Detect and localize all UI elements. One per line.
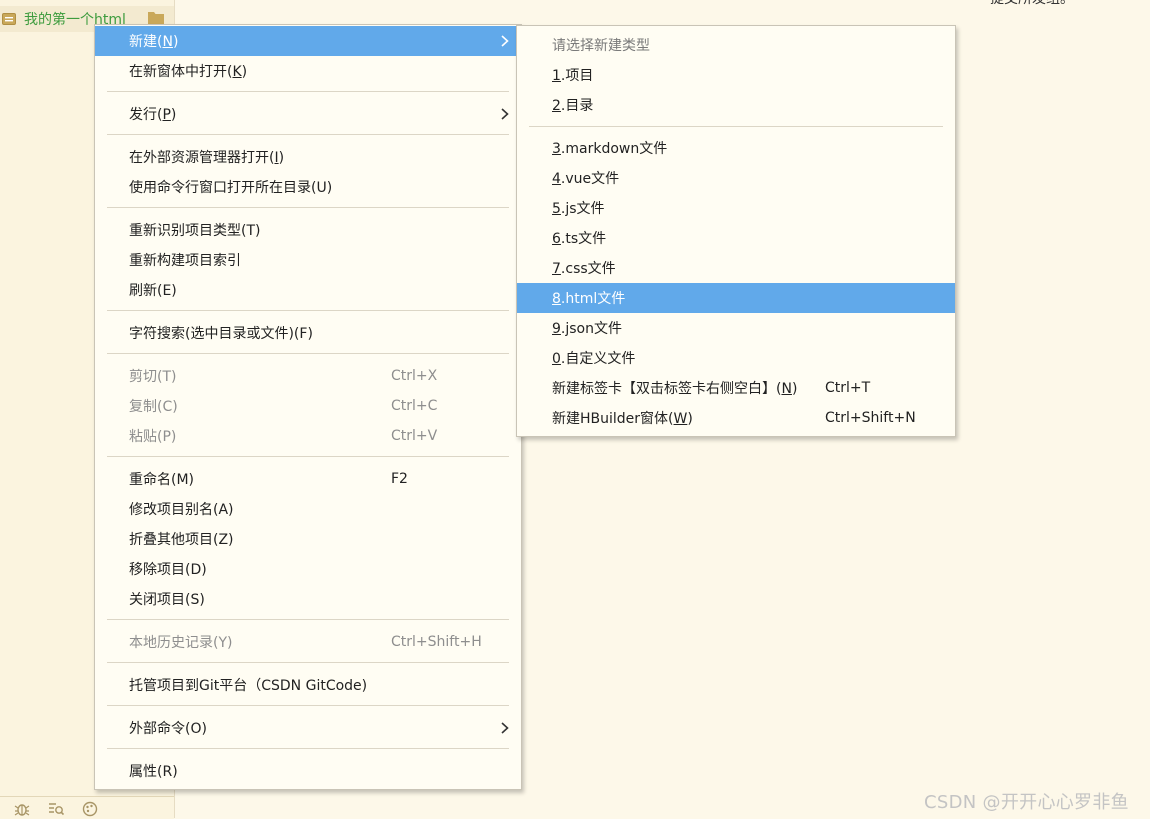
menu-item-label: 新建(N) <box>129 34 179 50</box>
submenu-item-directory[interactable]: 2.目录 <box>517 90 955 120</box>
new-submenu: 请选择新建类型 1.项目 2.目录 3.markdown文件 4.vue文件 5… <box>516 25 956 437</box>
menu-item-close[interactable]: 关闭项目(S) <box>95 584 521 614</box>
menu-separator <box>107 662 509 663</box>
submenu-item-new-tab[interactable]: 新建标签卡【双击标签卡右侧空白】(N) Ctrl+T <box>517 373 955 403</box>
menu-item-reidentify[interactable]: 重新识别项目类型(T) <box>95 215 521 245</box>
submenu-item-custom[interactable]: 0.自定义文件 <box>517 343 955 373</box>
menu-item-new[interactable]: 新建(N) <box>95 26 521 56</box>
menu-separator <box>107 353 509 354</box>
menu-item-open-in-explorer[interactable]: 在外部资源管理器打开(I) <box>95 142 521 172</box>
menu-separator <box>529 126 943 127</box>
menu-item-open-new-window[interactable]: 在新窗体中打开(K) <box>95 56 521 86</box>
search-list-icon[interactable] <box>48 801 64 817</box>
menu-item-paste[interactable]: 粘贴(P) Ctrl+V <box>95 421 521 451</box>
menu-item-open-cmd[interactable]: 使用命令行窗口打开所在目录(U) <box>95 172 521 202</box>
menu-separator <box>107 748 509 749</box>
submenu-item-ts[interactable]: 6.ts文件 <box>517 223 955 253</box>
editor-text-snippet: 提交所发组。 <box>990 0 1074 8</box>
submenu-item-markdown[interactable]: 3.markdown文件 <box>517 133 955 163</box>
menu-separator <box>107 207 509 208</box>
chevron-right-icon <box>501 722 509 734</box>
menu-item-rebuild-index[interactable]: 重新构建项目索引 <box>95 245 521 275</box>
menu-item-remove[interactable]: 移除项目(D) <box>95 554 521 584</box>
watermark: CSDN @开开心心罗非鱼 <box>924 792 1129 813</box>
menu-separator <box>107 619 509 620</box>
menu-item-copy[interactable]: 复制(C) Ctrl+C <box>95 391 521 421</box>
submenu-item-html[interactable]: 8.html文件 <box>517 283 955 313</box>
menu-separator <box>107 456 509 457</box>
project-icon <box>2 13 16 25</box>
submenu-item-css[interactable]: 7.css文件 <box>517 253 955 283</box>
menu-separator <box>107 91 509 92</box>
panel-bottom-toolbar <box>0 796 174 819</box>
submenu-item-js[interactable]: 5.js文件 <box>517 193 955 223</box>
menu-item-external-cmd[interactable]: 外部命令(O) <box>95 713 521 743</box>
submenu-header: 请选择新建类型 <box>552 38 650 54</box>
folder-icon <box>148 12 164 24</box>
context-menu: 新建(N) 在新窗体中打开(K) 发行(P) 在外部资源管理器打开(I) 使用命… <box>94 24 522 790</box>
submenu-item-project[interactable]: 1.项目 <box>517 60 955 90</box>
menu-separator <box>107 134 509 135</box>
submenu-item-json[interactable]: 9.json文件 <box>517 313 955 343</box>
menu-item-fold-others[interactable]: 折叠其他项目(Z) <box>95 524 521 554</box>
chevron-right-icon <box>501 35 509 47</box>
menu-item-publish[interactable]: 发行(P) <box>95 99 521 129</box>
chevron-right-icon <box>501 108 509 120</box>
menu-item-cut[interactable]: 剪切(T) Ctrl+X <box>95 361 521 391</box>
menu-separator <box>107 310 509 311</box>
submenu-item-new-window[interactable]: 新建HBuilder窗体(W) Ctrl+Shift+N <box>517 403 955 433</box>
palette-icon[interactable] <box>82 801 98 817</box>
menu-item-git-host[interactable]: 托管项目到Git平台（CSDN GitCode) <box>95 670 521 700</box>
menu-item-char-search[interactable]: 字符搜索(选中目录或文件)(F) <box>95 318 521 348</box>
menu-separator <box>107 705 509 706</box>
bug-icon[interactable] <box>14 801 30 817</box>
menu-item-history[interactable]: 本地历史记录(Y) Ctrl+Shift+H <box>95 627 521 657</box>
submenu-item-vue[interactable]: 4.vue文件 <box>517 163 955 193</box>
menu-item-properties[interactable]: 属性(R) <box>95 756 521 786</box>
menu-item-refresh[interactable]: 刷新(E) <box>95 275 521 305</box>
menu-item-alias[interactable]: 修改项目别名(A) <box>95 494 521 524</box>
menu-item-rename[interactable]: 重命名(M) F2 <box>95 464 521 494</box>
